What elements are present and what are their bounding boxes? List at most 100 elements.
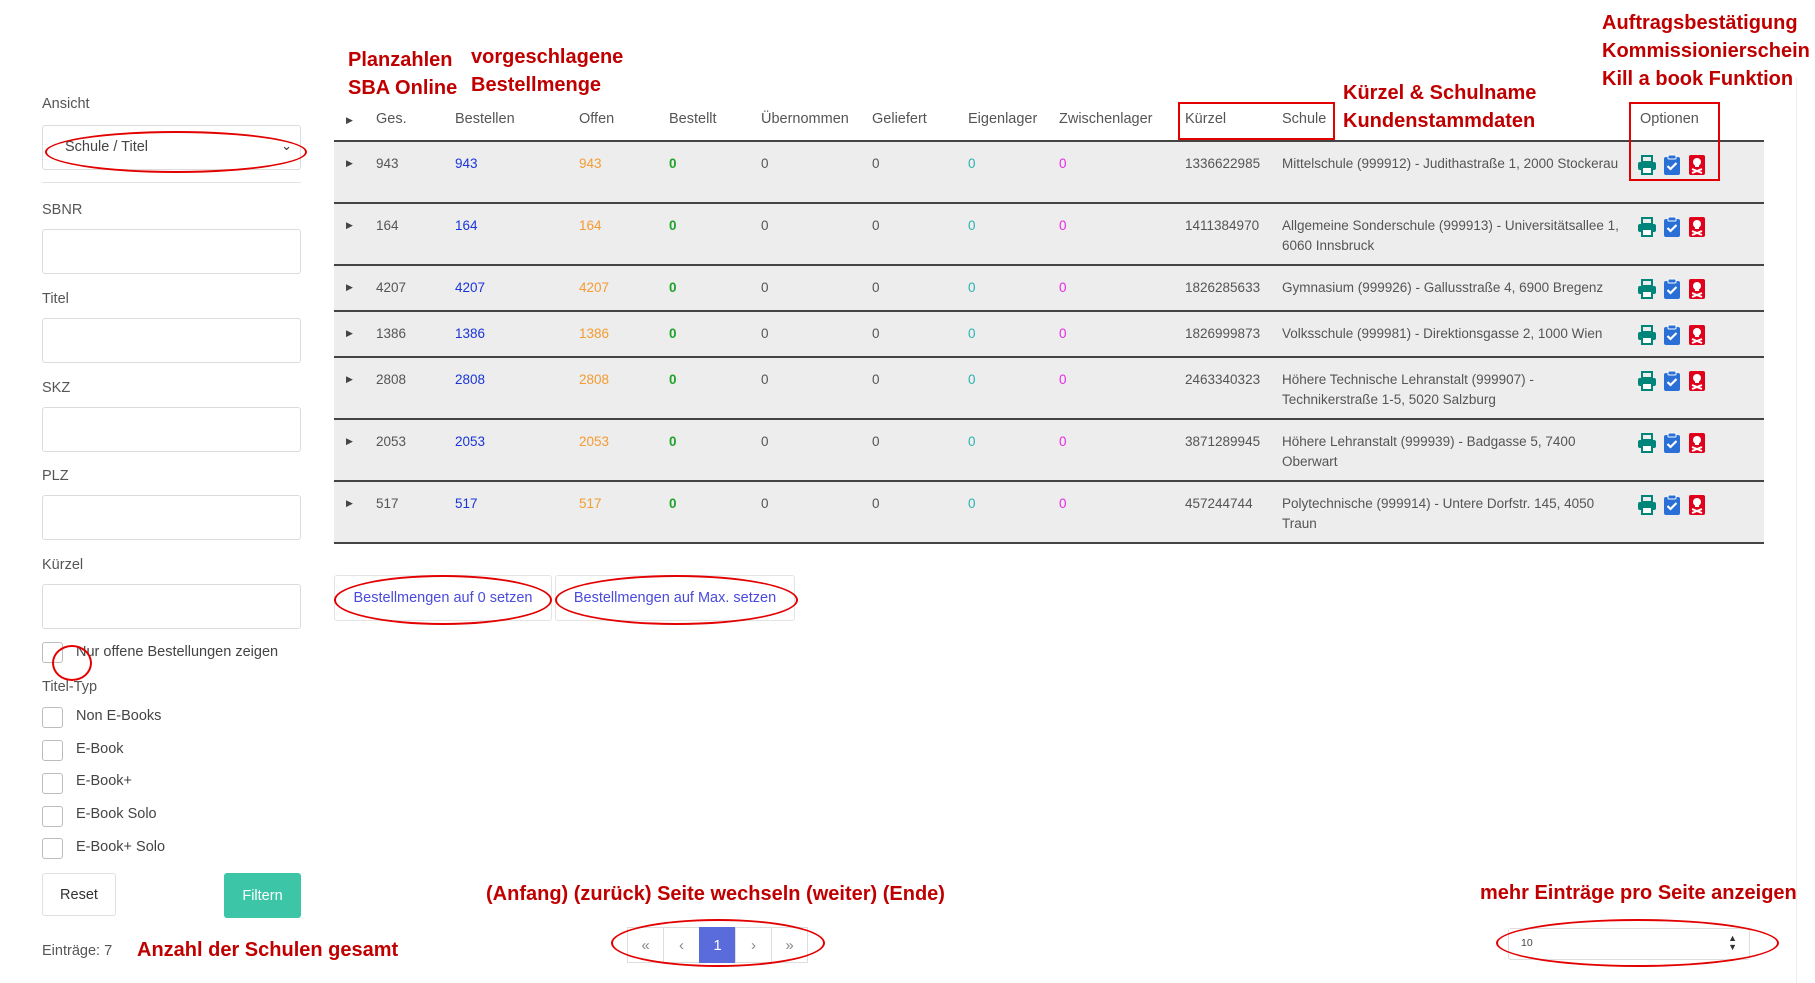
skz-input[interactable] — [42, 407, 301, 452]
annotation-vorgeschlagen: vorgeschlagene Bestellmenge — [471, 46, 624, 96]
plz-label: PLZ — [42, 468, 69, 484]
print-icon[interactable] — [1637, 370, 1657, 392]
print-icon[interactable] — [1637, 494, 1657, 516]
clipboard-check-icon[interactable] — [1662, 324, 1682, 346]
print-icon[interactable] — [1637, 432, 1657, 454]
col-ges[interactable]: Ges. — [376, 111, 407, 127]
title-type-checkbox[interactable] — [42, 838, 63, 859]
col-bestellt[interactable]: Bestellt — [669, 111, 717, 127]
cell-bestellen[interactable]: 1386 — [455, 326, 485, 341]
highlight-pagination — [611, 919, 825, 967]
table-row[interactable]: ▶ 1386 1386 1386 0 0 0 0 0 1826999873 Volksschule … — [334, 312, 1764, 358]
cell-bestellen[interactable]: 943 — [455, 156, 478, 171]
reset-button[interactable]: Reset — [42, 873, 116, 916]
cell-kuerzel: 3871289945 — [1185, 434, 1261, 449]
row-options — [1637, 216, 1707, 238]
col-offen[interactable]: Offen — [579, 111, 614, 127]
clipboard-check-icon[interactable] — [1662, 494, 1682, 516]
cell-bestellen[interactable]: 2053 — [455, 434, 485, 449]
cell-uebernommen: 0 — [761, 496, 769, 511]
cell-bestellt: 0 — [669, 496, 677, 511]
kuerzel-input[interactable] — [42, 584, 301, 629]
cell-offen: 517 — [579, 496, 602, 511]
clipboard-check-icon[interactable] — [1662, 370, 1682, 392]
cell-bestellt: 0 — [669, 218, 677, 233]
highlight-set-zero — [334, 575, 552, 625]
cell-eigenlager: 0 — [968, 372, 976, 387]
title-type-checkbox[interactable] — [42, 740, 63, 761]
row-options — [1637, 278, 1707, 300]
expand-row-icon[interactable]: ▶ — [346, 328, 353, 339]
cell-offen: 4207 — [579, 280, 610, 295]
cell-zwischenlager: 0 — [1059, 372, 1067, 387]
cell-kuerzel: 1336622985 — [1185, 156, 1261, 171]
entries-count: Einträge: 7 — [42, 943, 113, 959]
print-icon[interactable] — [1637, 324, 1657, 346]
table-row[interactable]: ▶ 2808 2808 2808 0 0 0 0 0 2463340323 Höhere Techn… — [334, 358, 1764, 420]
table-row[interactable]: ▶ 4207 4207 4207 0 0 0 0 0 1826285633 Gymnasium (9… — [334, 266, 1764, 312]
cell-bestellen[interactable]: 4207 — [455, 280, 485, 295]
cell-kuerzel: 457244744 — [1185, 496, 1253, 511]
skull-icon[interactable] — [1687, 370, 1707, 392]
cell-offen: 2053 — [579, 434, 610, 449]
cell-uebernommen: 0 — [761, 280, 769, 295]
expand-row-icon[interactable]: ▶ — [346, 282, 353, 293]
row-options — [1637, 370, 1707, 392]
expand-row-icon[interactable]: ▶ — [346, 436, 353, 447]
skull-icon[interactable] — [1687, 494, 1707, 516]
expand-row-icon[interactable]: ▶ — [346, 374, 353, 385]
highlight-set-max — [555, 575, 798, 625]
skull-icon[interactable] — [1687, 216, 1707, 238]
orders-table: ▶ Ges. Bestellen Offen Bestellt Übernomm… — [334, 96, 1764, 544]
title-type-option: E-Book+ — [76, 773, 133, 789]
clipboard-check-icon[interactable] — [1662, 278, 1682, 300]
expand-all-icon[interactable]: ▶ — [346, 115, 353, 126]
cell-geliefert: 0 — [872, 326, 880, 341]
cell-eigenlager: 0 — [968, 434, 976, 449]
print-icon[interactable] — [1637, 278, 1657, 300]
cell-ges: 164 — [376, 218, 399, 233]
skull-icon[interactable] — [1687, 432, 1707, 454]
annotation-per-page: mehr Einträge pro Seite anzeigen — [1480, 882, 1797, 904]
col-zwischenlager[interactable]: Zwischenlager — [1059, 111, 1153, 127]
expand-row-icon[interactable]: ▶ — [346, 220, 353, 231]
sbnr-input[interactable] — [42, 229, 301, 274]
cell-ges: 943 — [376, 156, 399, 171]
cell-eigenlager: 0 — [968, 156, 976, 171]
clipboard-check-icon[interactable] — [1662, 432, 1682, 454]
cell-bestellen[interactable]: 517 — [455, 496, 478, 511]
cell-eigenlager: 0 — [968, 496, 976, 511]
cell-bestellen[interactable]: 2808 — [455, 372, 485, 387]
cell-schule: Mittelschule (999912) - Judithastraße 1,… — [1282, 156, 1619, 171]
table-row[interactable]: ▶ 943 943 943 0 0 0 0 0 1336622985 Mittelschule (9… — [334, 142, 1764, 204]
col-bestellen[interactable]: Bestellen — [455, 111, 515, 127]
cell-bestellen[interactable]: 164 — [455, 218, 478, 233]
col-uebernommen[interactable]: Übernommen — [761, 111, 849, 127]
table-row[interactable]: ▶ 517 517 517 0 0 0 0 0 457244744 Polytechnische (… — [334, 482, 1764, 544]
print-icon[interactable] — [1637, 216, 1657, 238]
clipboard-check-icon[interactable] — [1662, 216, 1682, 238]
cell-zwischenlager: 0 — [1059, 156, 1067, 171]
table-row[interactable]: ▶ 2053 2053 2053 0 0 0 0 0 3871289945 Höhere Lehra… — [334, 420, 1764, 482]
title-type-checkbox[interactable] — [42, 707, 63, 728]
row-options — [1637, 432, 1707, 454]
plz-input[interactable] — [42, 495, 301, 540]
cell-schule: Höhere Technische Lehranstalt (999907) -… — [1282, 372, 1534, 407]
title-type-checkbox[interactable] — [42, 773, 63, 794]
annotation-pagination: (Anfang) (zurück) Seite wechseln (weiter… — [486, 883, 945, 905]
col-geliefert[interactable]: Geliefert — [872, 111, 927, 127]
cell-schule: Gymnasium (999926) - Gallusstraße 4, 690… — [1282, 280, 1604, 295]
title-input[interactable] — [42, 318, 301, 363]
skull-icon[interactable] — [1687, 324, 1707, 346]
table-row[interactable]: ▶ 164 164 164 0 0 0 0 0 1411384970 Allgemeine Sond… — [334, 204, 1764, 266]
col-eigenlager[interactable]: Eigenlager — [968, 111, 1037, 127]
filter-button[interactable]: Filtern — [224, 873, 301, 918]
title-label: Titel — [42, 291, 69, 307]
title-type-checkbox[interactable] — [42, 806, 63, 827]
cell-offen: 2808 — [579, 372, 610, 387]
title-type-option: Non E-Books — [76, 708, 162, 724]
expand-row-icon[interactable]: ▶ — [346, 158, 353, 169]
cell-eigenlager: 0 — [968, 280, 976, 295]
expand-row-icon[interactable]: ▶ — [346, 498, 353, 509]
skull-icon[interactable] — [1687, 278, 1707, 300]
